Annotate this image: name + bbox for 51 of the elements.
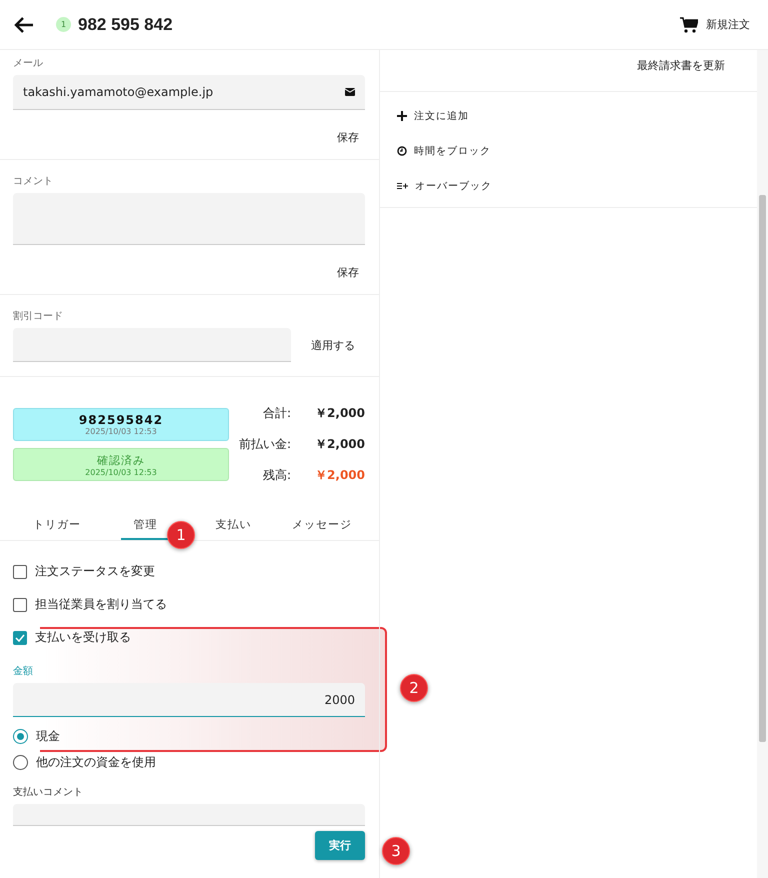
- new-order-button[interactable]: 新規注文: [680, 16, 750, 32]
- total-label: 合計:: [262, 405, 292, 422]
- discount-code-field[interactable]: [13, 328, 291, 362]
- total-value: ￥2,000: [315, 467, 365, 484]
- tab[interactable]: トリガー: [21, 510, 94, 540]
- clock-icon: [397, 146, 407, 156]
- scrollbar[interactable]: [757, 50, 768, 878]
- step-marker: 2: [400, 674, 428, 702]
- payment-comment-field[interactable]: [13, 804, 365, 826]
- field-label: 支払いコメント: [13, 786, 84, 799]
- update-invoice-button[interactable]: 最終請求書を更新: [631, 56, 731, 75]
- checkbox[interactable]: [13, 598, 27, 612]
- radio-label: 他の注文の資金を使用: [36, 754, 156, 770]
- checkbox[interactable]: [13, 564, 27, 578]
- list-plus-icon: [397, 182, 408, 190]
- field-label: メール: [13, 57, 44, 70]
- checkbox-label: 支払いを受け取る: [35, 629, 131, 646]
- comment-field[interactable]: [13, 193, 365, 245]
- tab[interactable]: 支払い: [204, 510, 264, 540]
- back-icon[interactable]: [14, 16, 34, 34]
- checkbox-label: 注文ステータスを変更: [35, 563, 155, 580]
- total-label: 残高:: [262, 467, 292, 484]
- order-number: 982 595 842: [78, 14, 174, 34]
- plus-icon: [397, 110, 407, 120]
- field-label: 割引コード: [13, 310, 64, 323]
- radio-button[interactable]: [13, 728, 28, 744]
- action-button[interactable]: オーバーブック: [397, 168, 740, 203]
- action-button[interactable]: 時間をブロック: [397, 133, 740, 168]
- save-button[interactable]: 保存: [331, 263, 365, 282]
- apply-button[interactable]: 適用する: [305, 336, 361, 354]
- step-marker: 1: [167, 521, 195, 549]
- cart-icon: [680, 16, 698, 32]
- mail-icon: [345, 88, 355, 96]
- count-badge: 1: [56, 17, 71, 32]
- tab[interactable]: メッセージ: [280, 510, 364, 540]
- status-card: 確認済み 2025/10/03 12:53: [13, 448, 229, 481]
- step-marker: 3: [382, 837, 410, 865]
- radio-button[interactable]: [13, 754, 28, 770]
- checkbox-label: 担当従業員を割り当てる: [35, 596, 167, 613]
- action-button[interactable]: 注文に追加: [397, 98, 740, 133]
- status-card: 982595842 2025/10/03 12:53: [13, 408, 229, 441]
- amount-field[interactable]: 2000: [13, 683, 365, 717]
- save-button[interactable]: 保存: [331, 128, 365, 147]
- field-label: コメント: [13, 175, 54, 188]
- checkbox[interactable]: [13, 630, 27, 644]
- email-field[interactable]: takashi.yamamoto@example.jp: [13, 75, 365, 110]
- total-label: 前払い金:: [238, 436, 292, 453]
- field-label: 金額: [13, 664, 34, 678]
- radio-label: 現金: [36, 728, 60, 744]
- total-value: ￥2,000: [315, 436, 365, 453]
- total-value: ￥2,000: [315, 405, 365, 422]
